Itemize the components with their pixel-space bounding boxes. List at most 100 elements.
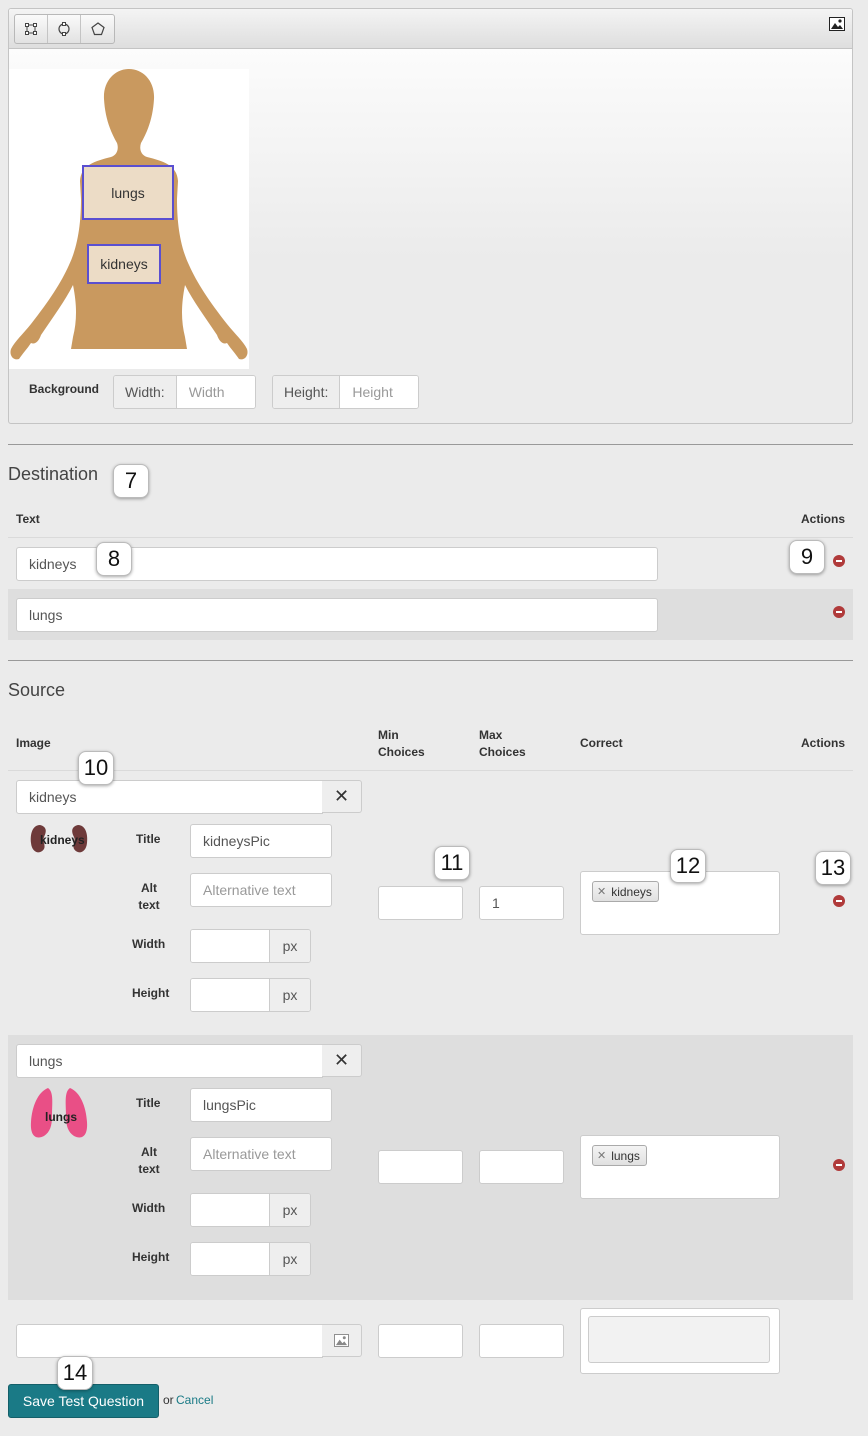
height-label: Height — [132, 986, 170, 1000]
picture-icon — [334, 1334, 349, 1347]
image-width-input[interactable] — [191, 1194, 270, 1226]
destination-text-input[interactable] — [16, 598, 658, 632]
hotspot-label: lungs — [111, 184, 145, 201]
or-text: or — [163, 1393, 174, 1407]
section-divider — [8, 660, 853, 661]
image-width-group: px — [190, 1193, 311, 1227]
annotation-marker: 14 — [57, 1356, 93, 1390]
source-title: Source — [8, 680, 66, 700]
source-name-input[interactable] — [16, 780, 323, 814]
annotation-marker: 7 — [113, 464, 149, 498]
polygon-tool-icon — [90, 22, 105, 36]
image-title-input[interactable] — [190, 824, 332, 858]
background-width-group: Width: — [113, 375, 256, 409]
section-divider — [8, 444, 853, 445]
hotspot-editor-panel: lungs kidneys Background Width: Height: — [8, 8, 853, 424]
image-title-input[interactable] — [190, 1088, 332, 1122]
annotation-marker: 13 — [815, 851, 851, 885]
new-max-choices-input[interactable] — [479, 1324, 564, 1358]
tag-remove-icon[interactable]: ✕ — [597, 1149, 606, 1162]
clear-icon[interactable]: ✕ — [322, 780, 362, 813]
tag-remove-icon[interactable]: ✕ — [597, 885, 606, 898]
px-addon: px — [270, 1194, 310, 1226]
min-choices-input[interactable] — [378, 886, 463, 920]
hotspot-region[interactable]: lungs — [82, 165, 174, 220]
destination-row — [8, 538, 853, 588]
background-label: Background — [29, 382, 100, 396]
title-label: Title — [136, 1096, 161, 1110]
annotation-marker: 10 — [78, 751, 114, 785]
remove-icon[interactable] — [833, 895, 845, 907]
rectangle-tool-icon — [25, 23, 37, 35]
new-min-choices-input[interactable] — [378, 1324, 463, 1358]
polygon-tool-button[interactable] — [81, 15, 114, 43]
background-height-group: Height: — [272, 375, 420, 409]
correct-tag: ✕ lungs — [592, 1145, 647, 1166]
remove-icon[interactable] — [833, 555, 845, 567]
height-addon: Height: — [273, 376, 341, 408]
px-addon: px — [270, 979, 310, 1011]
destination-title: Destination — [8, 464, 99, 484]
source-row: ✕ lungs Title Alt text Width px Height p… — [8, 1035, 853, 1300]
destination-actions-header: Actions — [801, 512, 846, 526]
width-addon: Width: — [114, 376, 177, 408]
rectangle-tool-button[interactable] — [15, 15, 48, 43]
max-choices-input[interactable] — [479, 886, 564, 920]
background-image[interactable]: lungs kidneys — [9, 69, 249, 369]
alt-text-label: Alt text — [138, 1145, 160, 1176]
image-width-input[interactable] — [191, 930, 270, 962]
circle-tool-button[interactable] — [48, 15, 81, 43]
px-addon: px — [270, 930, 310, 962]
tag-label: kidneys — [611, 884, 652, 899]
new-correct-field[interactable] — [580, 1308, 780, 1374]
alt-text-label: Alt text — [138, 881, 160, 912]
correct-tags-field[interactable]: ✕ lungs — [580, 1135, 780, 1199]
source-max-choices-header: Max Choices — [479, 728, 526, 759]
image-width-group: px — [190, 929, 311, 963]
destination-text-header: Text — [16, 512, 40, 526]
source-row: ✕ kidneys Title Alt text Width px Height… — [0, 771, 868, 1035]
background-width-input[interactable] — [176, 376, 255, 408]
source-name-input[interactable] — [16, 1044, 323, 1078]
width-label: Width — [132, 1201, 166, 1215]
image-height-input[interactable] — [191, 1243, 270, 1275]
hotspot-region[interactable]: kidneys — [87, 244, 161, 284]
image-height-group: px — [190, 978, 311, 1012]
thumbnail-label: lungs — [45, 1110, 77, 1124]
source-min-choices-header: Min Choices — [378, 728, 425, 759]
image-height-group: px — [190, 1242, 311, 1276]
image-upload-button[interactable] — [322, 1324, 362, 1357]
shape-tool-group — [14, 14, 115, 44]
new-correct-input[interactable] — [588, 1316, 770, 1363]
alt-text-input[interactable] — [190, 1137, 332, 1171]
annotation-marker: 9 — [789, 540, 825, 574]
thumbnail-label: kidneys — [40, 833, 85, 847]
remove-icon[interactable] — [833, 1159, 845, 1171]
annotation-marker: 12 — [670, 849, 706, 883]
editor-toolbar — [9, 9, 852, 49]
picture-icon[interactable] — [829, 17, 845, 31]
title-label: Title — [136, 832, 161, 846]
new-source-row — [0, 1300, 868, 1380]
background-height-input[interactable] — [340, 376, 419, 408]
max-choices-input[interactable] — [479, 1150, 564, 1184]
remove-icon[interactable] — [833, 606, 845, 618]
source-image-header: Image — [16, 736, 51, 750]
destination-row — [8, 589, 853, 640]
correct-tag: ✕ kidneys — [592, 881, 659, 902]
annotation-marker: 8 — [96, 542, 132, 576]
image-height-input[interactable] — [191, 979, 270, 1011]
cancel-link[interactable]: Cancel — [176, 1393, 213, 1407]
px-addon: px — [270, 1243, 310, 1275]
tag-label: lungs — [611, 1148, 640, 1163]
new-source-name-input[interactable] — [16, 1324, 323, 1358]
alt-text-input[interactable] — [190, 873, 332, 907]
width-label: Width — [132, 937, 166, 951]
circle-tool-icon — [58, 22, 70, 36]
annotation-marker: 11 — [434, 846, 470, 880]
source-correct-header: Correct — [580, 736, 623, 750]
height-label: Height — [132, 1250, 170, 1264]
min-choices-input[interactable] — [378, 1150, 463, 1184]
clear-icon[interactable]: ✕ — [322, 1044, 362, 1077]
hotspot-label: kidneys — [100, 256, 148, 272]
